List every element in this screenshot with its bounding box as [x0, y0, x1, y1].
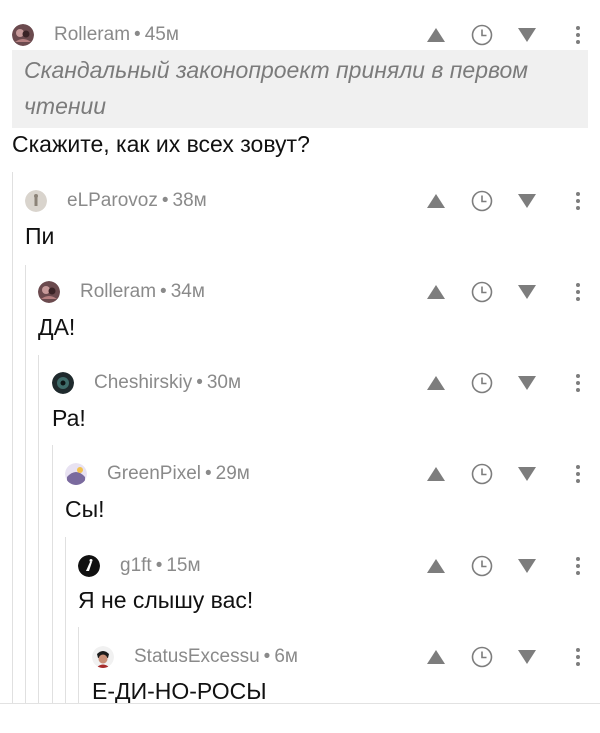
thread-line[interactable]	[12, 172, 13, 703]
downvote-icon[interactable]	[515, 371, 539, 395]
comment-time: 15м	[166, 555, 201, 576]
comment-actions	[416, 369, 588, 397]
avatar[interactable]	[92, 646, 114, 668]
comment-time: 6м	[274, 646, 298, 667]
quoted-text: Скандальный законопроект приняли в перво…	[12, 50, 588, 128]
more-options-icon[interactable]	[566, 554, 590, 578]
downvote-icon[interactable]	[515, 280, 539, 304]
author-meta: g1ft • 15м	[120, 555, 201, 576]
more-options-icon[interactable]	[566, 189, 590, 213]
bottom-divider	[0, 703, 600, 704]
comment-header: Rolleram • 45м	[12, 21, 179, 49]
comment-actions	[416, 552, 588, 580]
upvote-icon[interactable]	[424, 645, 448, 669]
downvote-icon[interactable]	[515, 462, 539, 486]
comment-actions	[416, 643, 588, 671]
more-options-icon[interactable]	[566, 371, 590, 395]
avatar[interactable]	[65, 463, 87, 485]
author-name[interactable]: Rolleram	[80, 281, 156, 302]
author-name[interactable]: g1ft	[120, 555, 152, 576]
comment-actions	[416, 21, 588, 49]
downvote-icon[interactable]	[515, 189, 539, 213]
comment-header: Rolleram • 34м	[38, 278, 205, 306]
comment-time: 38м	[172, 190, 207, 211]
save-later-icon[interactable]	[470, 645, 494, 669]
avatar[interactable]	[78, 555, 100, 577]
upvote-icon[interactable]	[424, 23, 448, 47]
more-options-icon[interactable]	[566, 462, 590, 486]
comment-actions	[416, 278, 588, 306]
author-name[interactable]: GreenPixel	[107, 463, 201, 484]
upvote-icon[interactable]	[424, 462, 448, 486]
comment-text: Я не слышу вас!	[78, 587, 254, 613]
thread-line[interactable]	[38, 355, 39, 703]
downvote-icon[interactable]	[515, 645, 539, 669]
comment-header: Cheshirskiy • 30м	[52, 369, 241, 397]
comment-text: ДА!	[38, 314, 76, 340]
author-meta: GreenPixel • 29м	[107, 463, 250, 484]
author-meta: eLParovoz • 38м	[67, 190, 207, 211]
avatar[interactable]	[12, 24, 34, 46]
save-later-icon[interactable]	[470, 280, 494, 304]
upvote-icon[interactable]	[424, 280, 448, 304]
more-options-icon[interactable]	[566, 23, 590, 47]
thread-line[interactable]	[52, 445, 53, 703]
save-later-icon[interactable]	[470, 554, 494, 578]
author-meta: Rolleram • 34м	[80, 281, 205, 302]
comment-actions	[416, 187, 588, 215]
comment-time: 34м	[170, 281, 205, 302]
author-meta: Cheshirskiy • 30м	[94, 372, 242, 393]
more-options-icon[interactable]	[566, 280, 590, 304]
thread-line[interactable]	[25, 265, 26, 703]
save-later-icon[interactable]	[470, 462, 494, 486]
author-meta: StatusExcessu • 6м	[134, 646, 298, 667]
comment-header: g1ft • 15м	[78, 552, 201, 580]
comment-header: StatusExcessu • 6м	[92, 643, 298, 671]
save-later-icon[interactable]	[470, 23, 494, 47]
author-name[interactable]: Cheshirskiy	[94, 372, 192, 393]
author-name[interactable]: eLParovoz	[67, 190, 158, 211]
comment-actions	[416, 460, 588, 488]
avatar[interactable]	[38, 281, 60, 303]
comment-time: 30м	[206, 372, 242, 393]
author-name[interactable]: StatusExcessu	[134, 646, 260, 667]
avatar[interactable]	[25, 190, 47, 212]
comment-text: Ра!	[52, 405, 86, 431]
avatar[interactable]	[52, 372, 74, 394]
save-later-icon[interactable]	[470, 371, 494, 395]
comment-text: Сы!	[65, 496, 105, 522]
downvote-icon[interactable]	[515, 554, 539, 578]
upvote-icon[interactable]	[424, 554, 448, 578]
thread-line[interactable]	[78, 627, 79, 703]
comment-header: eLParovoz • 38м	[25, 187, 207, 215]
author-meta: Rolleram • 45м	[54, 24, 179, 45]
upvote-icon[interactable]	[424, 371, 448, 395]
save-later-icon[interactable]	[470, 189, 494, 213]
comment-text: Скажите, как их всех зовут?	[12, 131, 310, 157]
author-name[interactable]: Rolleram	[54, 24, 130, 45]
comment-time: 29м	[215, 463, 250, 484]
comment-time: 45м	[144, 24, 179, 45]
downvote-icon[interactable]	[515, 23, 539, 47]
comment-text: Е-ДИ-НО-РОСЫ	[92, 678, 267, 704]
upvote-icon[interactable]	[424, 189, 448, 213]
more-options-icon[interactable]	[566, 645, 590, 669]
comment-header: GreenPixel • 29м	[65, 460, 250, 488]
comment-text: Пи	[25, 223, 55, 249]
thread-line[interactable]	[65, 537, 66, 703]
